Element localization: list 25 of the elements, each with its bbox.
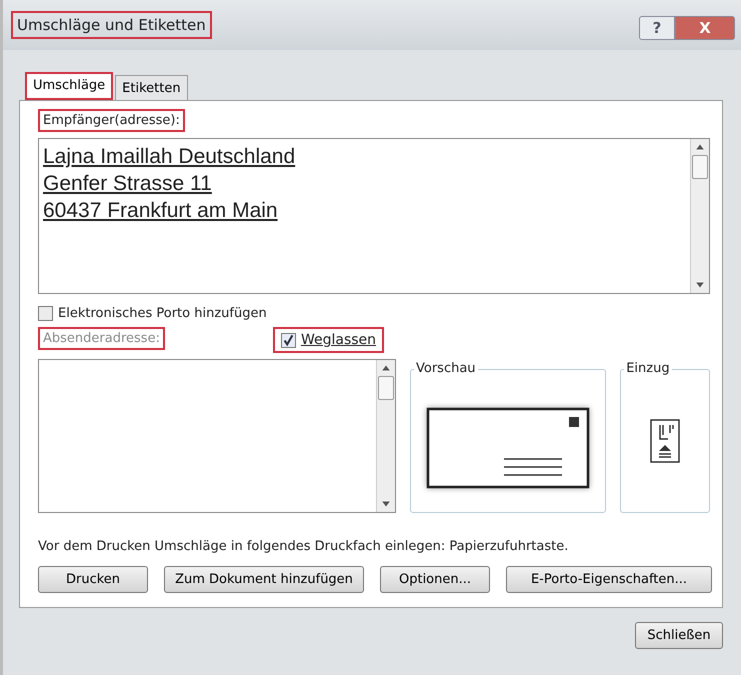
envelope-feed-icon[interactable] (650, 419, 680, 463)
address-field[interactable]: Lajna Imaillah Deutschland Genfer Strasse 11 60437 Frankfurt am Main (38, 138, 710, 294)
checkbox-label: Elektronisches Porto hinzufügen (58, 306, 267, 321)
scrollbar[interactable] (376, 360, 395, 512)
envelope-icon[interactable] (426, 407, 590, 489)
window-title: Umschläge und Etiketten (11, 11, 212, 39)
dialog-button[interactable]: Optionen... (380, 566, 490, 593)
sender-address-field[interactable] (38, 359, 396, 513)
dialog-button[interactable]: E-Porto-Eigenschaften... (506, 566, 712, 593)
field-label: Absenderadresse: (38, 327, 165, 350)
tab[interactable]: Etiketten (115, 75, 188, 100)
tab[interactable]: Umschläge (25, 72, 114, 100)
close-button[interactable]: X (675, 16, 735, 40)
scroll-thumb[interactable] (692, 155, 708, 179)
close-dialog-button[interactable]: Schließen (635, 622, 723, 649)
info-text: Vor dem Drucken Umschläge in folgendes Druckfach einlegen: Papierzufuhrtaste. (38, 539, 570, 554)
checkbox-label: Weglassen (300, 332, 376, 348)
dialog-button[interactable]: Drucken (38, 566, 148, 593)
group-label: Einzug (624, 361, 672, 376)
help-button[interactable]: ? (639, 16, 675, 40)
field-label: Empfänger(adresse): (38, 109, 185, 132)
scrollbar[interactable] (690, 139, 709, 293)
checkbox[interactable] (38, 306, 53, 321)
scroll-thumb[interactable] (378, 376, 394, 400)
dialog-button[interactable]: Zum Dokument hinzufügen (164, 566, 364, 593)
